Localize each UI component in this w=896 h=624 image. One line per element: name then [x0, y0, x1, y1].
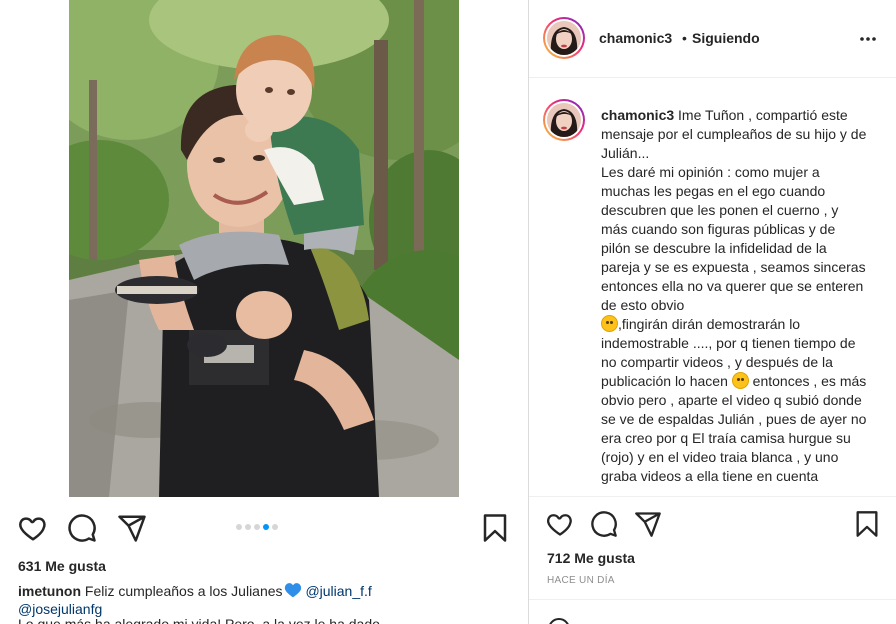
- comment-body-3: entonces , es más obvio pero , aparte el…: [601, 373, 867, 484]
- caption-continuation: Lo que más ha alegrado mi vida! Pero, a …: [18, 616, 392, 624]
- smiley-icon[interactable]: [547, 617, 571, 624]
- comment-avatar-image: [547, 103, 581, 137]
- comments-area: chamonic3 Ime Tuñon , compartió este men…: [529, 79, 896, 496]
- paper-plane-icon[interactable]: [117, 513, 147, 543]
- caption-username[interactable]: imetunon: [18, 583, 81, 599]
- post-photo[interactable]: [69, 0, 459, 497]
- blue-heart-emoji: [284, 583, 301, 598]
- like-count[interactable]: 631 Me gusta: [18, 558, 106, 574]
- add-comment-bar: [529, 599, 896, 624]
- post-actions: 712 Me gusta HACE UN DÍA: [529, 496, 896, 624]
- post-media-pane: 631 Me gusta imetunon Feliz cumpleaños a…: [0, 0, 528, 624]
- comment-bubble-icon[interactable]: [67, 513, 97, 543]
- mention-julian-ff[interactable]: @julian_f.f: [305, 583, 371, 599]
- comment-body-1: Ime Tuñon , compartió este mensaje por e…: [601, 107, 867, 313]
- bookmark-icon[interactable]: [482, 513, 508, 543]
- carousel-dot: [272, 524, 278, 530]
- like-count[interactable]: 712 Me gusta: [547, 550, 635, 566]
- comment-bubble-icon[interactable]: [590, 510, 618, 538]
- following-button[interactable]: Siguiendo: [692, 30, 760, 46]
- thinking-face-emoji: [601, 315, 618, 332]
- carousel-dots: [236, 524, 278, 530]
- carousel-dot: [245, 524, 251, 530]
- carousel-dot: [254, 524, 260, 530]
- comment-username[interactable]: chamonic3: [601, 107, 674, 123]
- paper-plane-icon[interactable]: [634, 510, 662, 538]
- thinking-face-emoji: [731, 372, 749, 389]
- avatar[interactable]: [543, 17, 585, 59]
- post-timestamp[interactable]: HACE UN DÍA: [547, 575, 615, 586]
- header-username[interactable]: chamonic3: [599, 30, 672, 46]
- post-caption: imetunon Feliz cumpleaños a los Julianes…: [18, 582, 518, 618]
- header-separator: •: [682, 30, 687, 46]
- avatar-image: [547, 21, 581, 55]
- comment-avatar[interactable]: [543, 99, 585, 141]
- post-header: chamonic3 • Siguiendo: [529, 0, 896, 78]
- carousel-dot: [263, 524, 269, 530]
- bookmark-icon[interactable]: [855, 510, 879, 538]
- heart-icon[interactable]: [18, 513, 48, 543]
- heart-icon[interactable]: [546, 510, 574, 538]
- post-details-pane: chamonic3 • Siguiendo chamonic3 Ime Tuño…: [529, 0, 896, 624]
- caption-text: Feliz cumpleaños a los Julianes: [81, 583, 283, 599]
- comment-text: chamonic3 Ime Tuñon , compartió este men…: [601, 106, 867, 486]
- carousel-dot: [236, 524, 242, 530]
- more-dots-icon[interactable]: [858, 30, 878, 48]
- post-photo-image: [69, 0, 459, 497]
